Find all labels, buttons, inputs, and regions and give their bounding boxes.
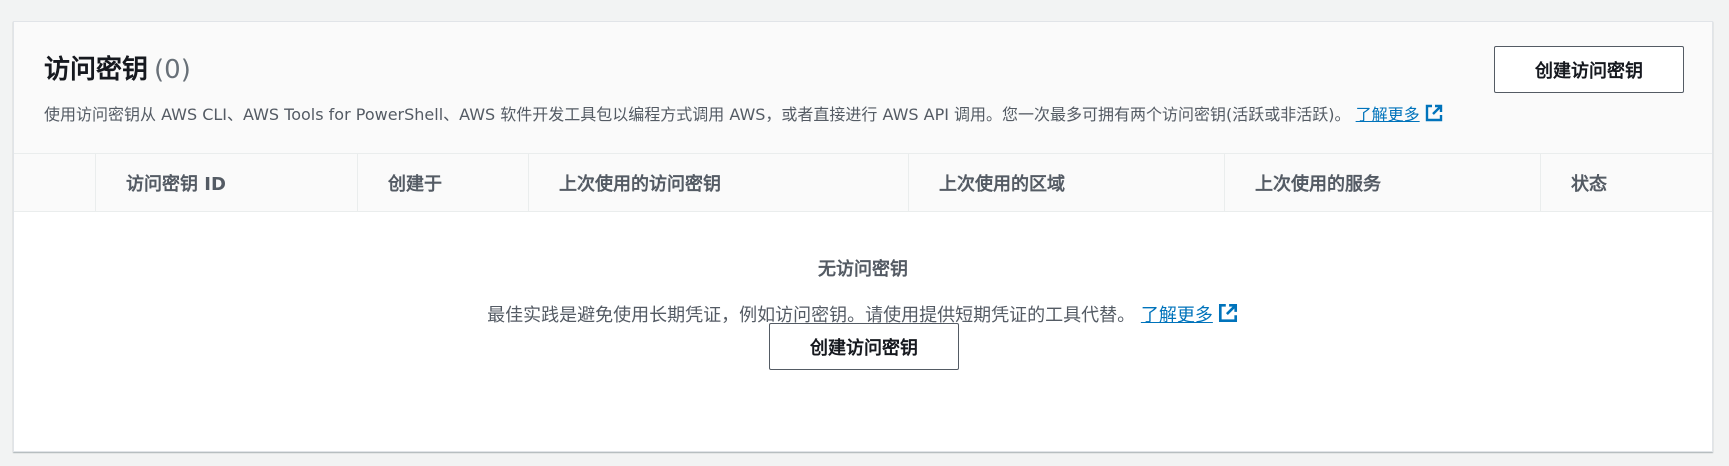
external-link-icon xyxy=(1424,103,1444,127)
column-header-last-used-service[interactable]: 上次使用的服务 xyxy=(1224,154,1540,211)
column-header-last-used-region[interactable]: 上次使用的区域 xyxy=(908,154,1224,211)
page-title: 访问密钥 (0) xyxy=(44,49,191,86)
table-header: 访问密钥 ID 创建于 上次使用的访问密钥 上次使用的区域 上次使用的服务 状态 xyxy=(14,154,1712,212)
learn-more-label: 了解更多 xyxy=(1355,105,1420,124)
column-header-status[interactable]: 状态 xyxy=(1540,154,1712,211)
panel-description: 使用访问密钥从 AWS CLI、AWS Tools for PowerShell… xyxy=(44,101,1444,127)
access-key-count: (0) xyxy=(154,55,191,85)
empty-state-title: 无访问密钥 xyxy=(818,259,908,280)
panel-title: 访问密钥 xyxy=(44,55,149,85)
access-keys-panel: 访问密钥 (0) 使用访问密钥从 AWS CLI、AWS Tools for Po… xyxy=(13,21,1713,452)
create-access-key-button[interactable]: 创建访问密钥 xyxy=(1494,46,1684,93)
empty-state-learn-more-link[interactable]: 了解更多 xyxy=(1140,302,1239,329)
external-link-icon xyxy=(1217,302,1239,329)
panel-description-text: 使用访问密钥从 AWS CLI、AWS Tools for PowerShell… xyxy=(44,105,1351,124)
empty-state-learn-more-label: 了解更多 xyxy=(1140,305,1213,326)
column-header-access-key-id[interactable]: 访问密钥 ID xyxy=(95,154,357,211)
panel-header: 访问密钥 (0) 使用访问密钥从 AWS CLI、AWS Tools for Po… xyxy=(14,22,1712,154)
empty-state-create-access-key-button[interactable]: 创建访问密钥 xyxy=(769,323,959,370)
column-header-created[interactable]: 创建于 xyxy=(357,154,528,211)
learn-more-link[interactable]: 了解更多 xyxy=(1355,103,1444,127)
column-header-last-used-key[interactable]: 上次使用的访问密钥 xyxy=(528,154,908,211)
